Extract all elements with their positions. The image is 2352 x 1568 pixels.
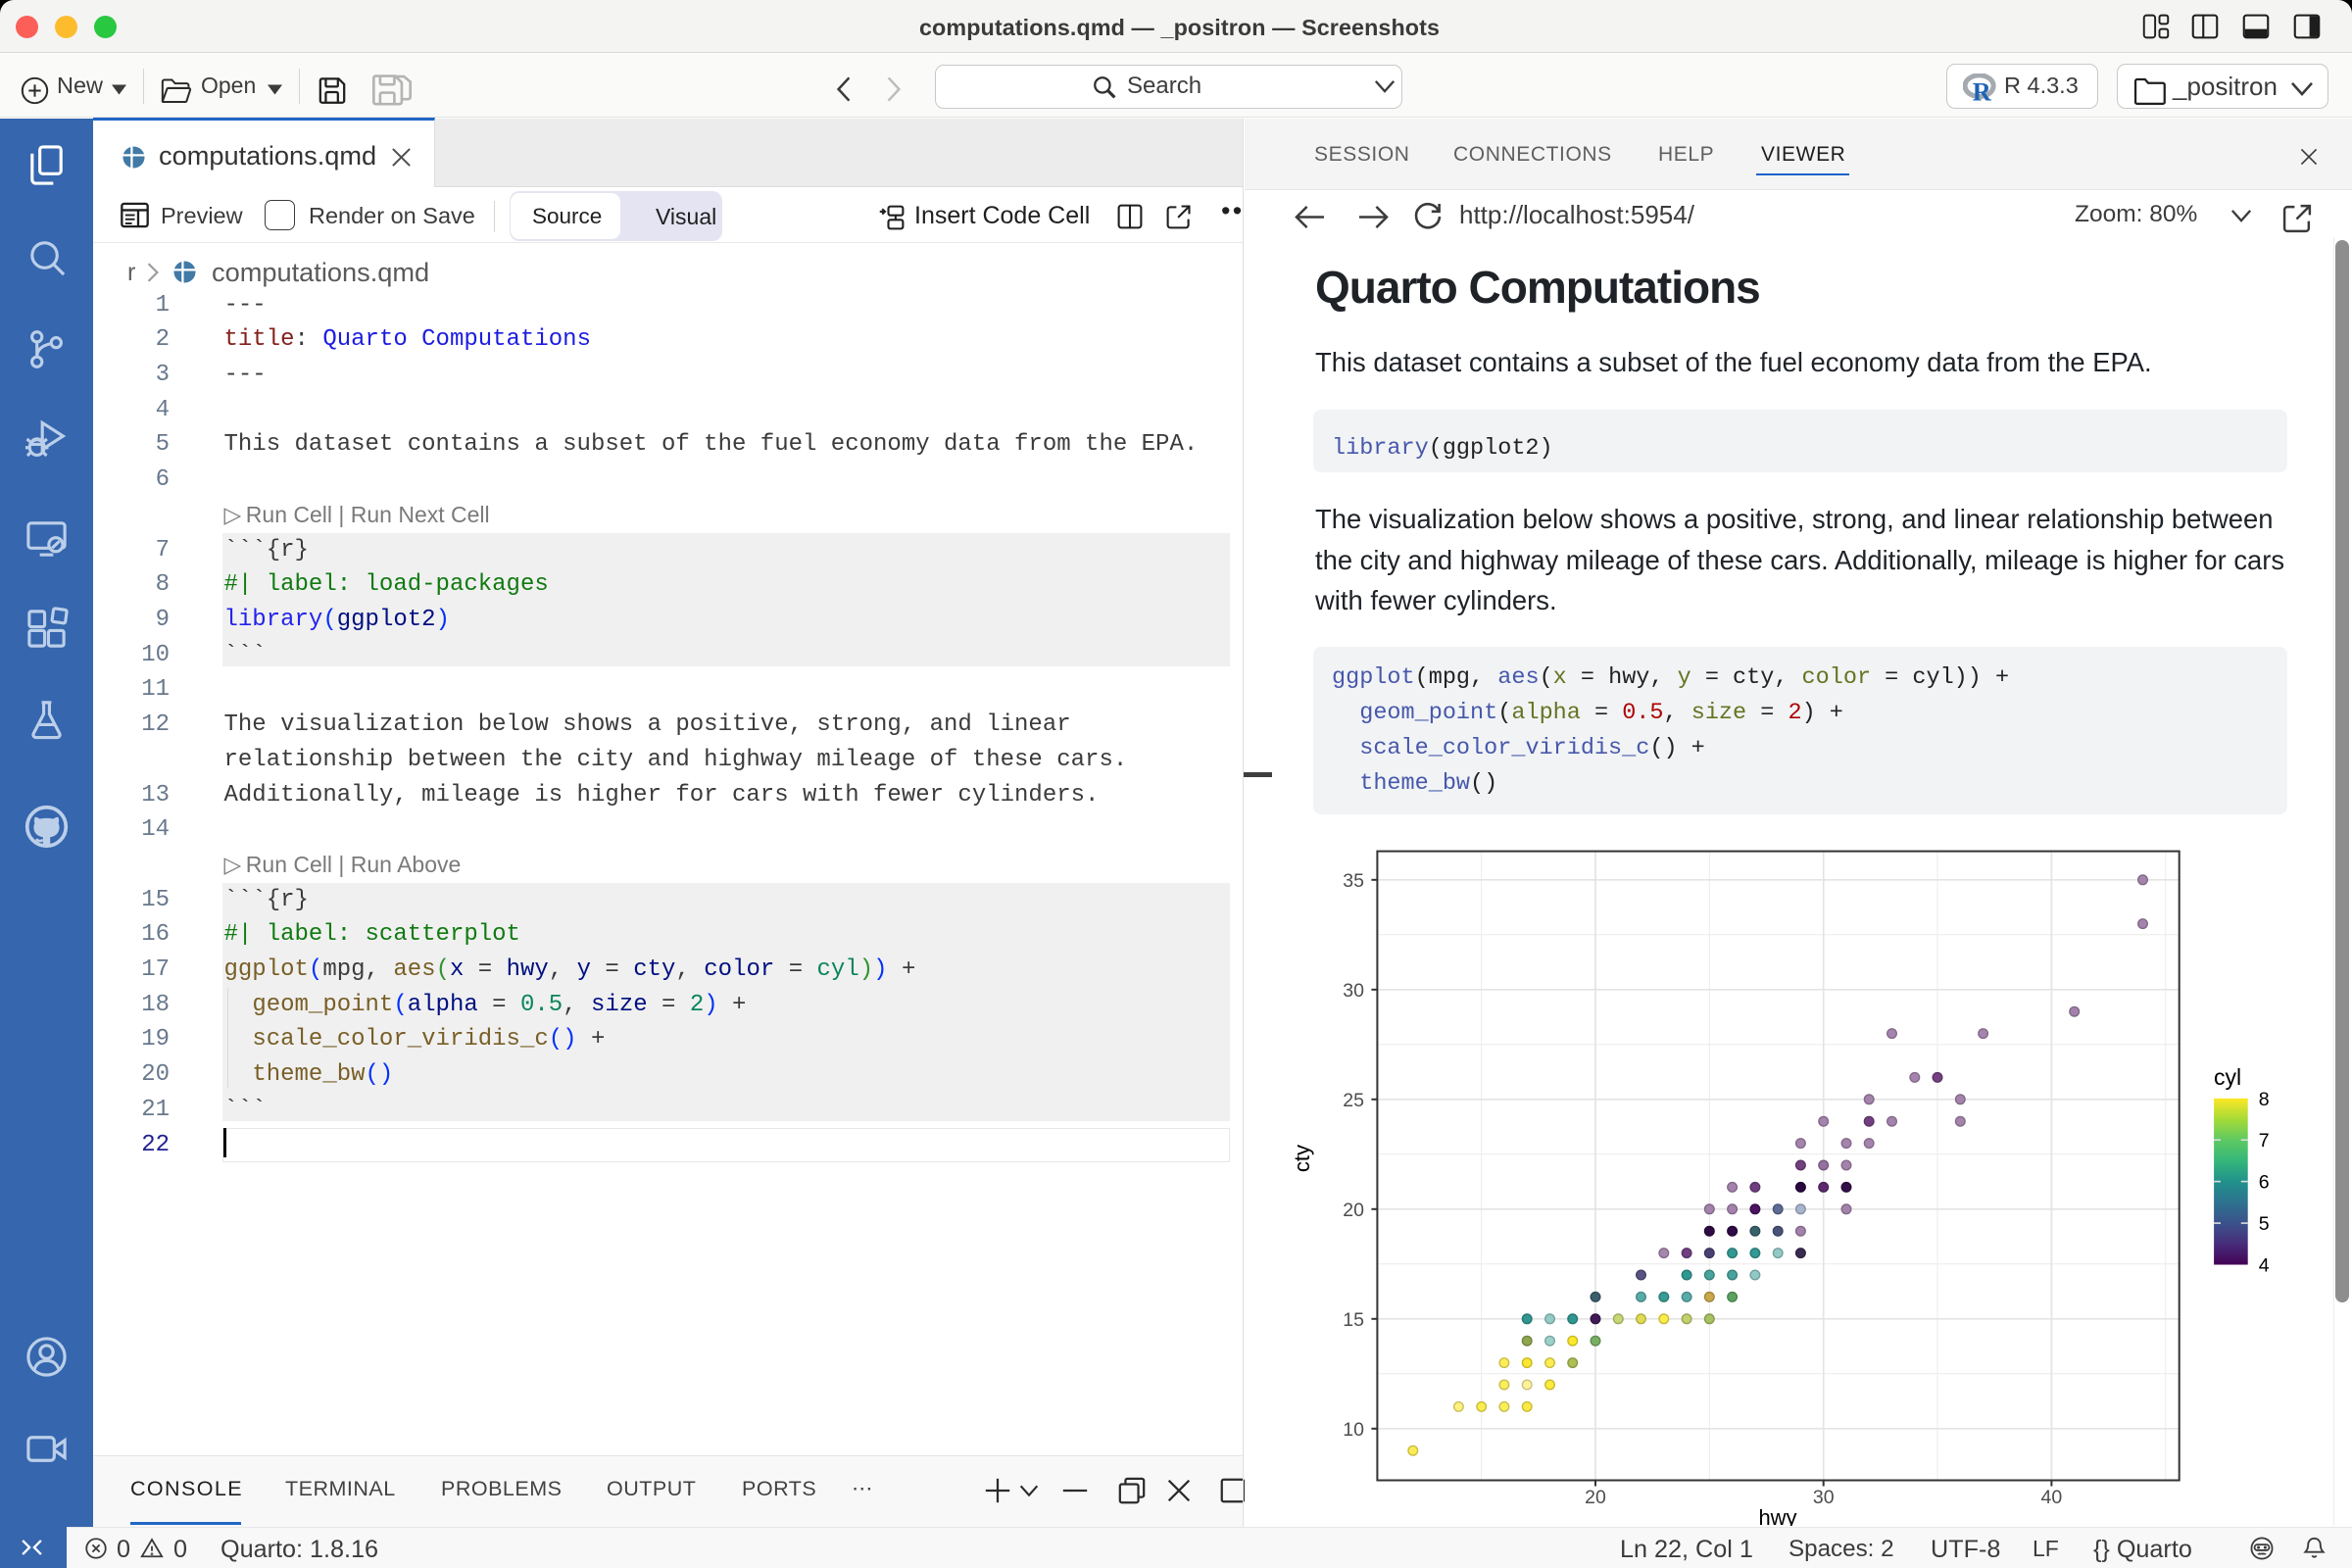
- svg-text:hwy: hwy: [1758, 1505, 1796, 1526]
- svg-text:cty: cty: [1290, 1145, 1314, 1172]
- svg-text:5: 5: [2259, 1213, 2270, 1235]
- svg-text:4: 4: [2259, 1255, 2270, 1277]
- svg-text:20: 20: [1343, 1200, 1364, 1221]
- svg-text:10: 10: [1343, 1419, 1364, 1441]
- svg-text:6: 6: [2259, 1172, 2270, 1194]
- svg-text:40: 40: [2041, 1487, 2063, 1508]
- svg-text:30: 30: [1813, 1487, 1835, 1508]
- svg-text:15: 15: [1343, 1309, 1364, 1331]
- svg-text:8: 8: [2259, 1089, 2270, 1110]
- svg-text:25: 25: [1343, 1090, 1364, 1111]
- svg-text:35: 35: [1343, 870, 1364, 892]
- svg-text:R: R: [1973, 77, 1992, 102]
- svg-text:30: 30: [1343, 980, 1364, 1002]
- svg-text:7: 7: [2259, 1130, 2270, 1152]
- svg-text:20: 20: [1585, 1487, 1606, 1508]
- svg-text:cyl: cyl: [2214, 1064, 2241, 1090]
